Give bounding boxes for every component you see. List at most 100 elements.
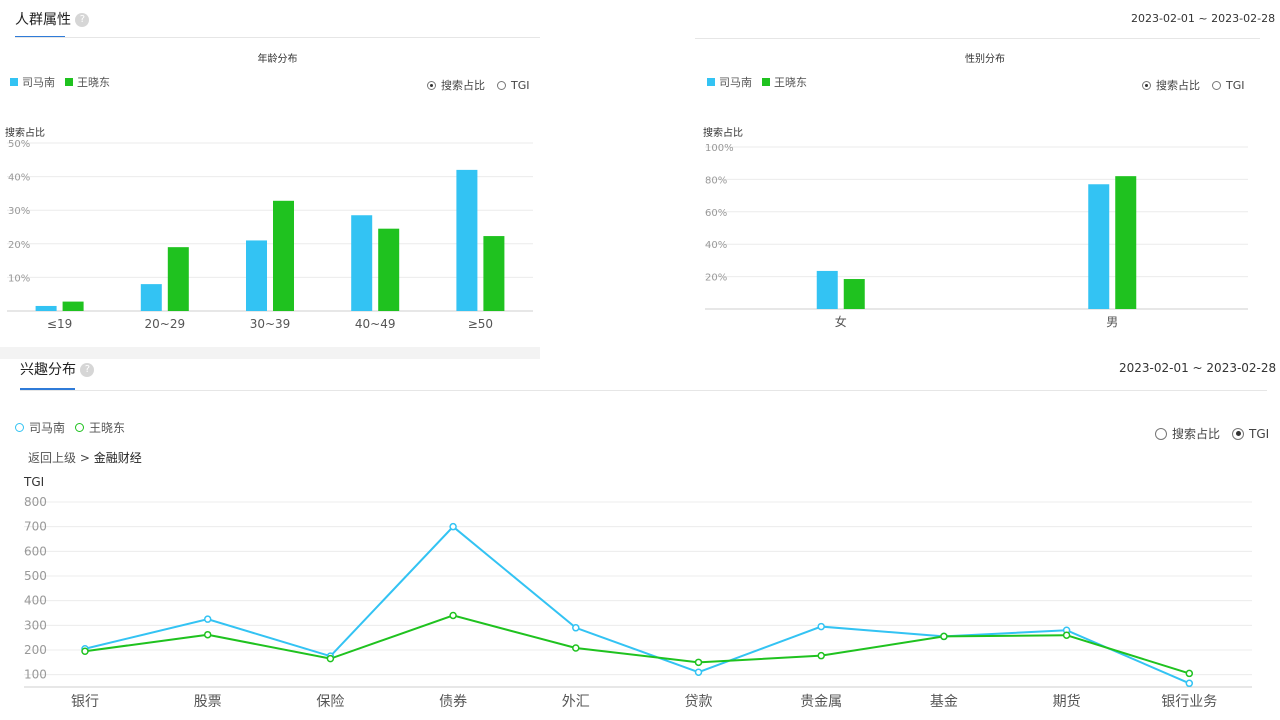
legend-item-wangxiaodong[interactable]: 王晓东 bbox=[65, 74, 110, 90]
data-point-simanan bbox=[694, 668, 703, 676]
legend-item-wangxiaodong[interactable]: 王晓东 bbox=[762, 74, 807, 90]
y-tick-label: 300 bbox=[24, 618, 47, 632]
legend-marker-simanan bbox=[15, 423, 24, 432]
age-metric-radio-group: 搜索占比 TGI bbox=[415, 77, 530, 93]
people-left-divider bbox=[15, 37, 540, 38]
x-tick-label: 40~49 bbox=[355, 317, 396, 331]
x-tick-label: 20~29 bbox=[145, 317, 186, 331]
bar-wangxiaodong bbox=[378, 228, 400, 311]
data-point-simanan bbox=[817, 622, 825, 631]
bar-wangxiaodong bbox=[167, 247, 189, 311]
x-tick-label: 期货 bbox=[1053, 693, 1081, 710]
gender-radio-share[interactable]: 搜索占比 bbox=[1142, 77, 1200, 93]
bar-simanan bbox=[456, 169, 478, 311]
legend-item-simanan[interactable]: 司马南 bbox=[707, 74, 752, 90]
bar-simanan bbox=[140, 284, 162, 311]
x-tick-label: 基金 bbox=[930, 693, 958, 710]
bar-simanan bbox=[35, 305, 57, 311]
x-tick-label: 外汇 bbox=[562, 694, 590, 710]
radio-label: 搜索占比 bbox=[1156, 79, 1200, 92]
radio-dot bbox=[427, 80, 436, 90]
bar-wangxiaodong bbox=[273, 200, 294, 311]
y-tick-label: 20% bbox=[705, 273, 727, 284]
interest-panel-title: 兴趣分布 ? bbox=[20, 359, 95, 379]
legend-label-simanan: 司马南 bbox=[29, 421, 66, 435]
radio-dot bbox=[1212, 80, 1221, 90]
help-icon[interactable]: ? bbox=[80, 363, 95, 377]
legend-item-simanan[interactable]: 司马南 bbox=[10, 74, 55, 90]
legend-swatch-wangxiaodong bbox=[65, 78, 73, 86]
bar-simanan bbox=[1088, 184, 1110, 309]
bar-wangxiaodong bbox=[62, 301, 84, 311]
interest-date-range[interactable]: 2023-02-01 ~ 2023-02-28 bbox=[1119, 361, 1276, 375]
legend-label-simanan: 司马南 bbox=[719, 76, 752, 89]
y-tick-label: 200 bbox=[24, 643, 47, 657]
x-tick-label: 男 bbox=[1106, 315, 1118, 329]
radio-label: 搜索占比 bbox=[441, 79, 485, 92]
gender-bar-chart: 20% 40% 60% 80% 100% 女 男 bbox=[705, 143, 1248, 329]
bar-simanan bbox=[816, 270, 838, 309]
data-point-wangxiaodong bbox=[940, 632, 948, 641]
age-radio-tgi[interactable]: TGI bbox=[497, 79, 530, 92]
x-tick-label: 贵金属 bbox=[800, 694, 842, 710]
gender-chart-legend: 司马南 王晓东 bbox=[707, 74, 817, 90]
interest-chart-ylabel: TGI bbox=[24, 475, 45, 489]
y-tick-label: 20% bbox=[8, 240, 30, 251]
legend-item-wangxiaodong[interactable]: 王晓东 bbox=[75, 419, 125, 436]
legend-item-simanan[interactable]: 司马南 bbox=[15, 419, 65, 436]
interest-radio-tgi[interactable]: TGI bbox=[1232, 427, 1269, 441]
age-chart-title: 年龄分布 bbox=[257, 54, 298, 65]
legend-swatch-wangxiaodong bbox=[762, 78, 770, 86]
x-tick-label: 贷款 bbox=[685, 694, 713, 710]
breadcrumb-back-link[interactable]: 返回上级 bbox=[28, 451, 76, 465]
y-tick-label: 40% bbox=[8, 173, 30, 184]
bar-simanan bbox=[246, 240, 267, 311]
radio-dot bbox=[1155, 427, 1167, 440]
interest-line-chart: 100 200 300 400 500 600 700 800 银行 股票 保险 债券 外汇 贷款 贵金属 基… bbox=[24, 495, 1252, 710]
age-bar-chart: 10% 20% 30% 40% 50% ≤19 20~29 30~39 40~49 ≥50 bbox=[7, 139, 533, 331]
legend-swatch-simanan bbox=[10, 78, 18, 86]
bar-simanan bbox=[351, 215, 373, 311]
data-point-wangxiaodong bbox=[326, 654, 335, 663]
y-tick-label: 400 bbox=[24, 594, 47, 608]
y-tick-label: 100 bbox=[24, 668, 47, 682]
data-point-simanan bbox=[203, 615, 212, 623]
series-line-simanan bbox=[84, 525, 1190, 685]
gender-radio-tgi[interactable]: TGI bbox=[1212, 79, 1245, 92]
age-chart-legend: 司马南 王晓东 bbox=[10, 74, 120, 90]
x-tick-label: 女 bbox=[835, 314, 847, 329]
interest-divider bbox=[20, 390, 1267, 391]
legend-label-wangxiaodong: 王晓东 bbox=[77, 76, 110, 89]
radio-dot bbox=[1142, 80, 1151, 90]
y-tick-label: 700 bbox=[24, 520, 47, 534]
people-panel-title-text: 人群属性 bbox=[15, 12, 71, 28]
x-tick-label: ≤19 bbox=[47, 317, 72, 331]
age-radio-share[interactable]: 搜索占比 bbox=[427, 77, 485, 93]
legend-label-simanan: 司马南 bbox=[22, 76, 55, 89]
radio-label: TGI bbox=[511, 78, 530, 92]
data-point-simanan bbox=[449, 522, 457, 531]
breadcrumb-current: 金融财经 bbox=[93, 451, 142, 465]
x-tick-label: 银行业务 bbox=[1161, 694, 1217, 710]
data-point-wangxiaodong bbox=[1062, 631, 1071, 639]
data-point-wangxiaodong bbox=[203, 630, 212, 639]
help-icon[interactable]: ? bbox=[75, 13, 90, 27]
y-tick-label: 600 bbox=[24, 544, 47, 558]
x-tick-label: 股票 bbox=[194, 694, 222, 710]
data-point-wangxiaodong bbox=[572, 644, 580, 652]
y-tick-label: 80% bbox=[705, 175, 727, 186]
people-panel-title: 人群属性 ? bbox=[15, 9, 90, 29]
interest-radio-share[interactable]: 搜索占比 bbox=[1155, 425, 1220, 442]
data-point-wangxiaodong bbox=[1185, 669, 1194, 678]
legend-label-wangxiaodong: 王晓东 bbox=[774, 76, 807, 89]
interest-panel-title-text: 兴趣分布 bbox=[20, 362, 76, 378]
people-date-range[interactable]: 2023-02-01 ~ 2023-02-28 bbox=[1131, 12, 1275, 25]
radio-dot bbox=[1232, 427, 1245, 440]
data-point-simanan bbox=[1185, 679, 1194, 688]
radio-label: 搜索占比 bbox=[1172, 427, 1221, 441]
people-right-divider bbox=[695, 38, 1260, 39]
panel-separator-band bbox=[0, 347, 540, 359]
breadcrumb-separator: > bbox=[79, 451, 90, 465]
data-point-wangxiaodong bbox=[817, 651, 825, 660]
bar-wangxiaodong bbox=[843, 279, 865, 309]
